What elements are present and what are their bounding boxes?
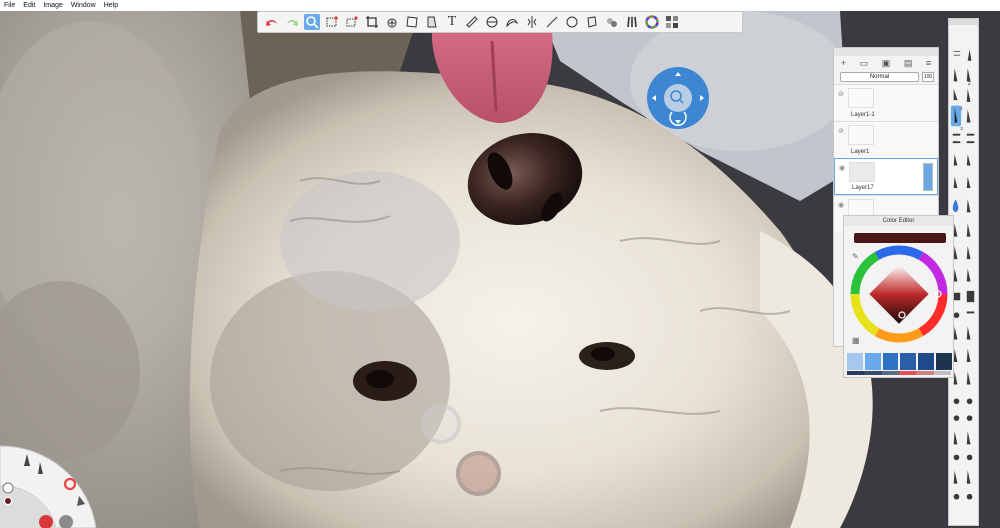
swatch[interactable] bbox=[900, 353, 917, 370]
fill-icon[interactable] bbox=[584, 14, 600, 30]
swatch-icon[interactable] bbox=[664, 14, 680, 30]
hidden-eye-icon[interactable]: ⊘ bbox=[838, 127, 844, 135]
layers-toolbar: + ▭ ▣ ▤ ≡ bbox=[834, 56, 938, 70]
color-editor-panel: Color Editor ✎ ▦ bbox=[843, 215, 954, 378]
crop-icon[interactable] bbox=[364, 14, 380, 30]
layer-thumbnail bbox=[849, 162, 875, 182]
french-curve-icon[interactable] bbox=[504, 14, 520, 30]
zoom-icon[interactable] bbox=[304, 14, 320, 30]
menu-bar: File Edit Image Window Help bbox=[0, 0, 1000, 11]
brush-library-icon[interactable] bbox=[624, 14, 640, 30]
add-text-shape-icon[interactable] bbox=[384, 14, 400, 30]
navigation-puck[interactable] bbox=[646, 66, 710, 130]
layer-menu-icon[interactable]: ≡ bbox=[926, 58, 931, 68]
delete-layer-icon[interactable]: ▤ bbox=[904, 58, 913, 69]
flip-book-icon[interactable] bbox=[604, 14, 620, 30]
main-toolbar: T bbox=[257, 11, 743, 33]
swatch[interactable] bbox=[882, 353, 899, 370]
layer-name: Layer1 bbox=[851, 149, 870, 155]
menu-help[interactable]: Help bbox=[100, 0, 122, 11]
blend-controls: Normal 100 bbox=[840, 72, 934, 82]
swatch[interactable] bbox=[847, 353, 863, 370]
eye-icon[interactable]: ◉ bbox=[839, 164, 845, 172]
swatch[interactable] bbox=[936, 353, 952, 370]
layer-row[interactable]: ⊘ Layer1-1 bbox=[834, 84, 938, 121]
color-history-bar bbox=[847, 371, 951, 375]
svg-text:1: 1 bbox=[960, 105, 963, 110]
add-layer-icon[interactable]: + bbox=[841, 58, 846, 68]
hidden-eye-icon[interactable]: ⊘ bbox=[838, 90, 844, 98]
menu-image[interactable]: Image bbox=[39, 0, 66, 11]
lagoon-radial-menu[interactable] bbox=[0, 442, 100, 528]
distort-icon[interactable] bbox=[404, 14, 420, 30]
layer-thumbnail bbox=[848, 88, 874, 108]
shape-icon[interactable] bbox=[564, 14, 580, 30]
redo-icon[interactable] bbox=[284, 14, 300, 30]
layer-name: Layer1-1 bbox=[851, 112, 875, 118]
color-wheel[interactable] bbox=[850, 245, 948, 343]
ghost-zoom-handle[interactable] bbox=[421, 404, 461, 444]
stroke-icon[interactable] bbox=[544, 14, 560, 30]
layer-row-active[interactable]: ◉ Layer17 bbox=[834, 158, 938, 195]
image-layer-icon[interactable]: ▣ bbox=[882, 58, 891, 69]
select-icon[interactable] bbox=[324, 14, 340, 30]
color-wheel-icon[interactable] bbox=[644, 14, 660, 30]
layer-opacity-slider[interactable] bbox=[923, 163, 933, 191]
undo-icon[interactable] bbox=[264, 14, 280, 30]
swatch[interactable] bbox=[864, 353, 881, 370]
blend-mode-select[interactable]: Normal bbox=[840, 72, 919, 82]
transform-icon[interactable] bbox=[344, 14, 360, 30]
ellipse-guide-icon[interactable] bbox=[484, 14, 500, 30]
color-swatch-row bbox=[846, 353, 952, 370]
opacity-value[interactable]: 100 bbox=[922, 72, 934, 82]
symmetry-icon[interactable] bbox=[524, 14, 540, 30]
ghost-color-puck[interactable] bbox=[456, 451, 501, 496]
menu-window[interactable]: Window bbox=[67, 0, 100, 11]
layers-panel-header[interactable] bbox=[834, 48, 938, 56]
layer-thumbnail bbox=[848, 125, 874, 145]
swatch[interactable] bbox=[918, 353, 935, 370]
svg-text:2: 2 bbox=[968, 81, 971, 87]
perspective-icon[interactable] bbox=[424, 14, 440, 30]
svg-text:3: 3 bbox=[960, 126, 963, 131]
text-icon[interactable]: T bbox=[444, 14, 460, 30]
ruler-icon[interactable] bbox=[464, 14, 480, 30]
layer-name: Layer17 bbox=[852, 185, 874, 191]
menu-edit[interactable]: Edit bbox=[19, 0, 39, 11]
eye-icon[interactable]: ◉ bbox=[838, 201, 844, 209]
color-editor-title[interactable]: Color Editor bbox=[844, 216, 953, 226]
folder-icon[interactable]: ▭ bbox=[860, 58, 869, 69]
menu-file[interactable]: File bbox=[0, 0, 19, 11]
current-color-swatch[interactable] bbox=[854, 233, 946, 243]
layer-row[interactable]: ⊘ Layer1 bbox=[834, 121, 938, 158]
